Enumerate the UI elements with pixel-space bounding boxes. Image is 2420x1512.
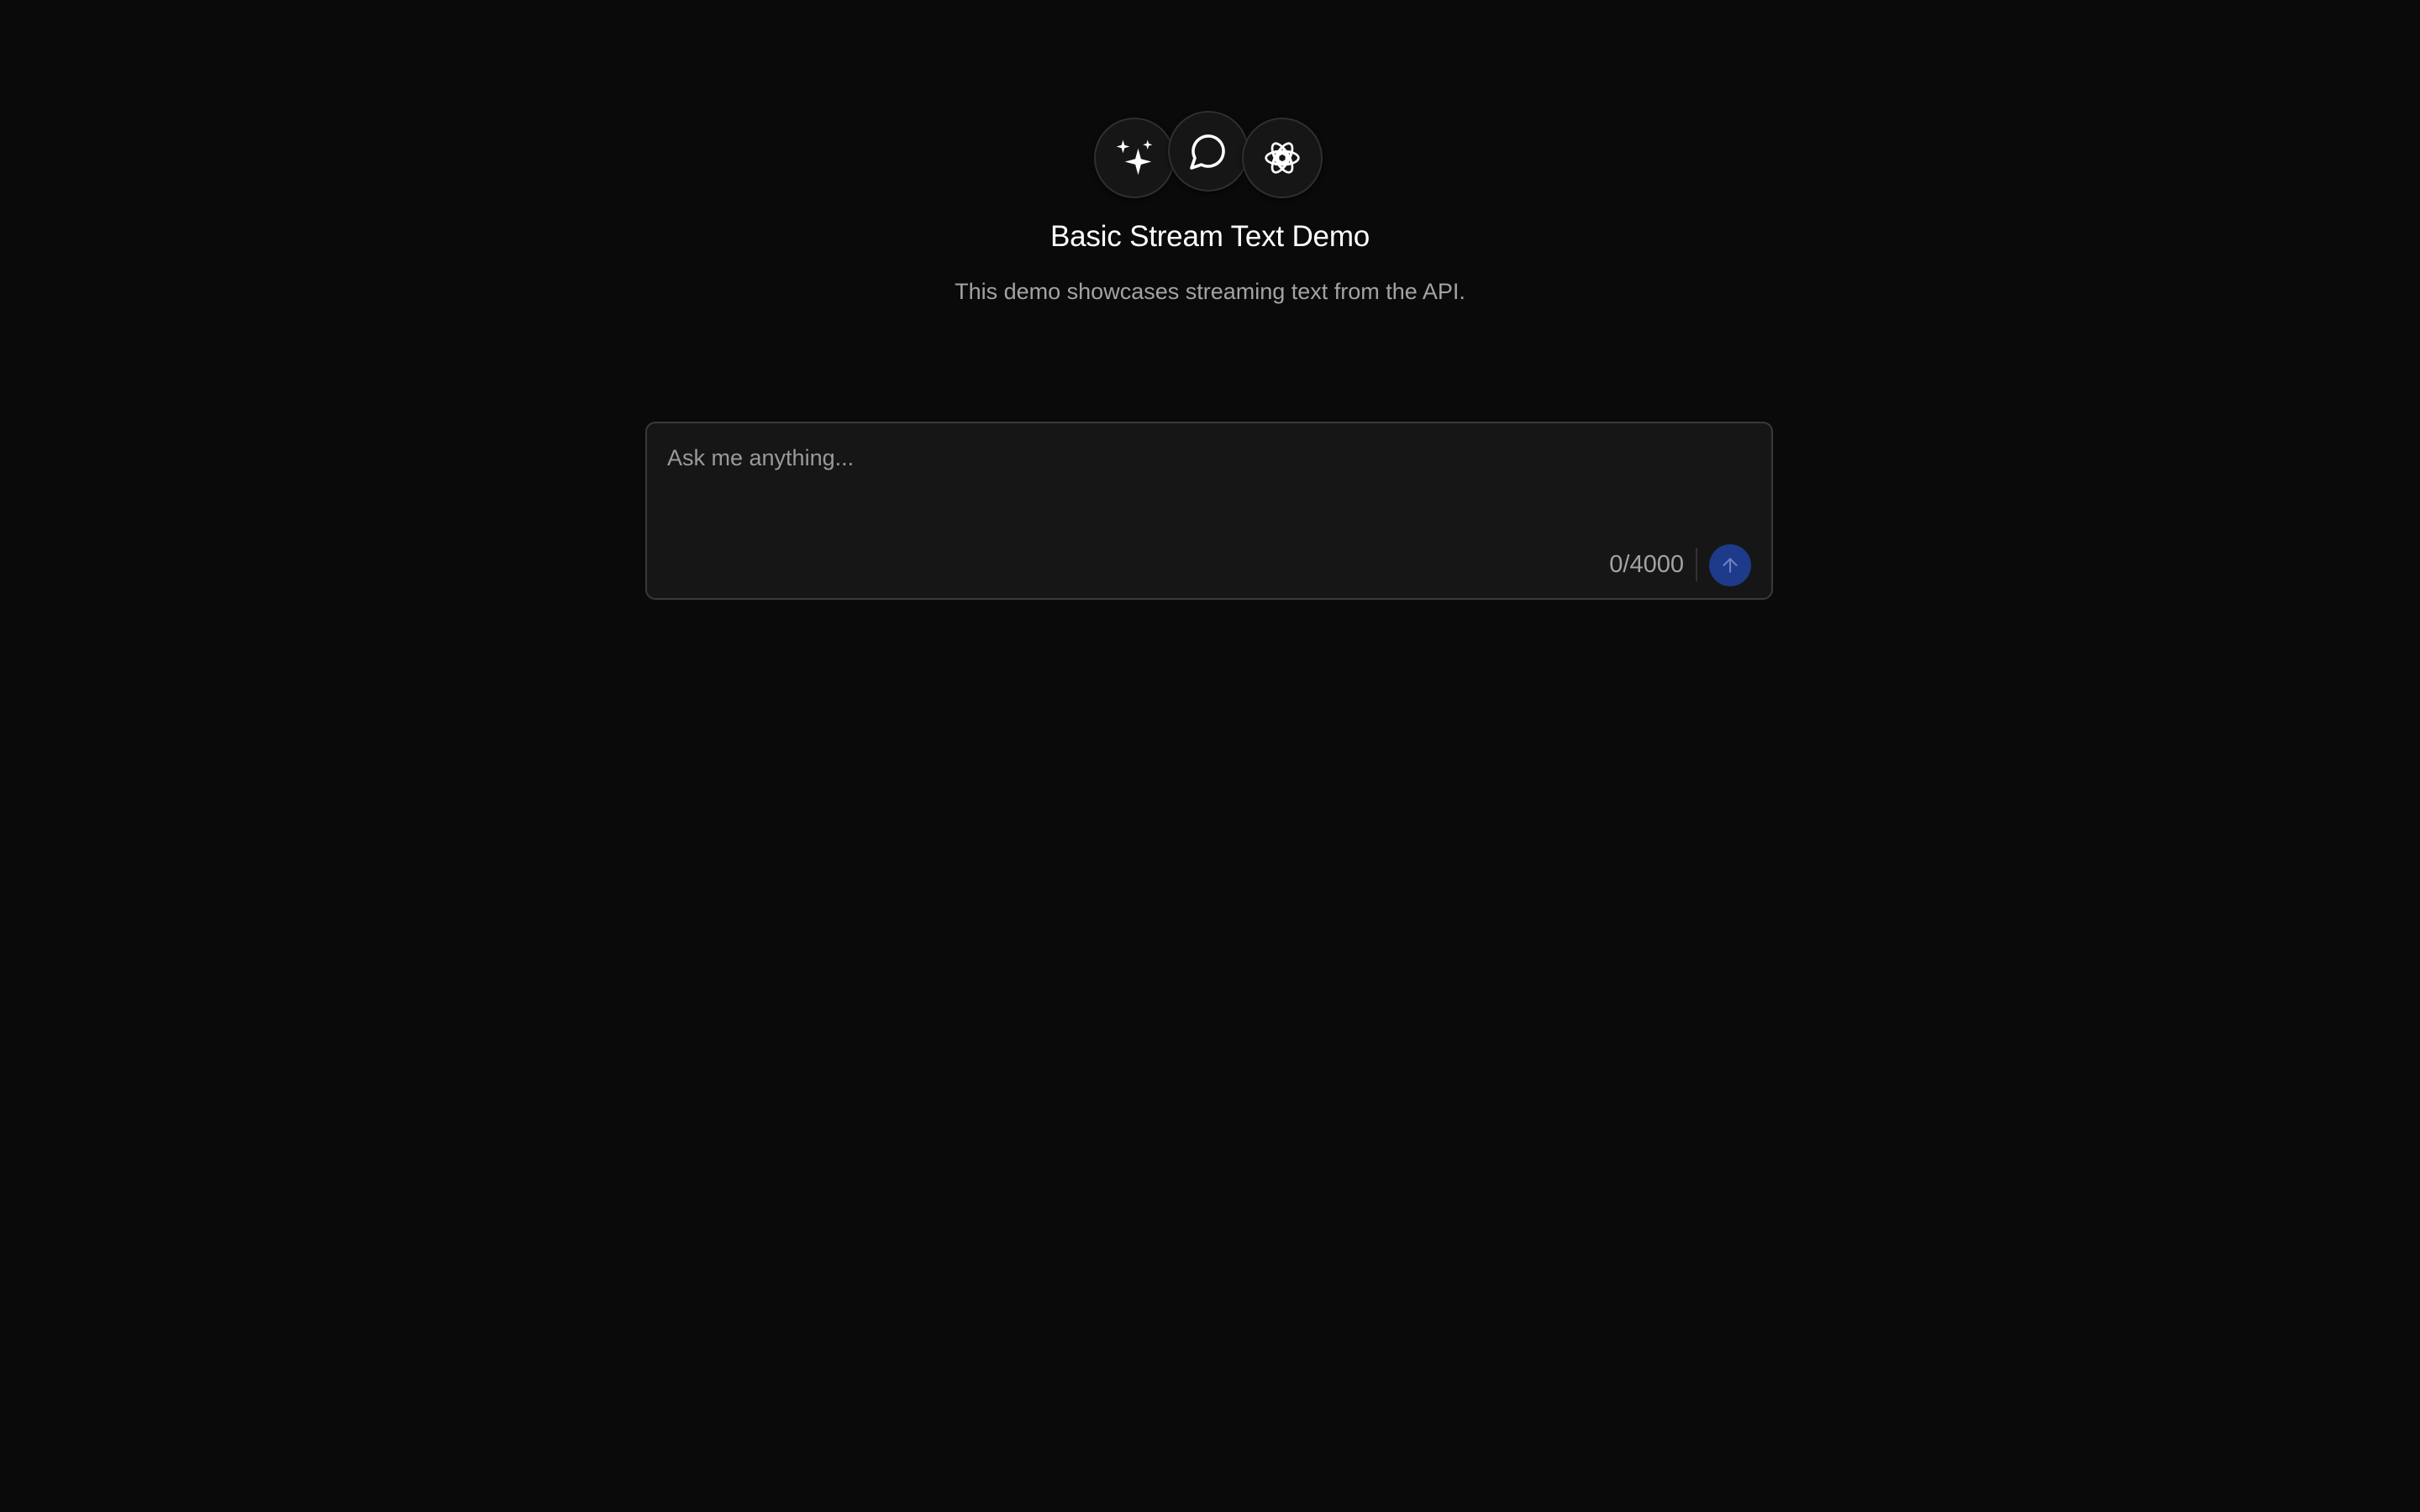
send-button[interactable] <box>1709 544 1751 586</box>
sparkles-icon <box>1094 118 1175 198</box>
chat-composer: 0/4000 <box>645 422 1773 600</box>
openai-logo-icon <box>1242 118 1323 198</box>
divider <box>1696 548 1697 581</box>
character-counter: 0/4000 <box>1609 551 1684 578</box>
prompt-input[interactable] <box>667 445 1743 529</box>
message-circle-icon <box>1168 111 1249 192</box>
page: Basic Stream Text Demo This demo showcas… <box>0 0 2420 1512</box>
icon-stack <box>1094 111 1326 200</box>
page-title: Basic Stream Text Demo <box>1050 220 1370 253</box>
page-subtitle: This demo showcases streaming text from … <box>955 279 1465 304</box>
arrow-up-icon <box>1719 554 1741 576</box>
